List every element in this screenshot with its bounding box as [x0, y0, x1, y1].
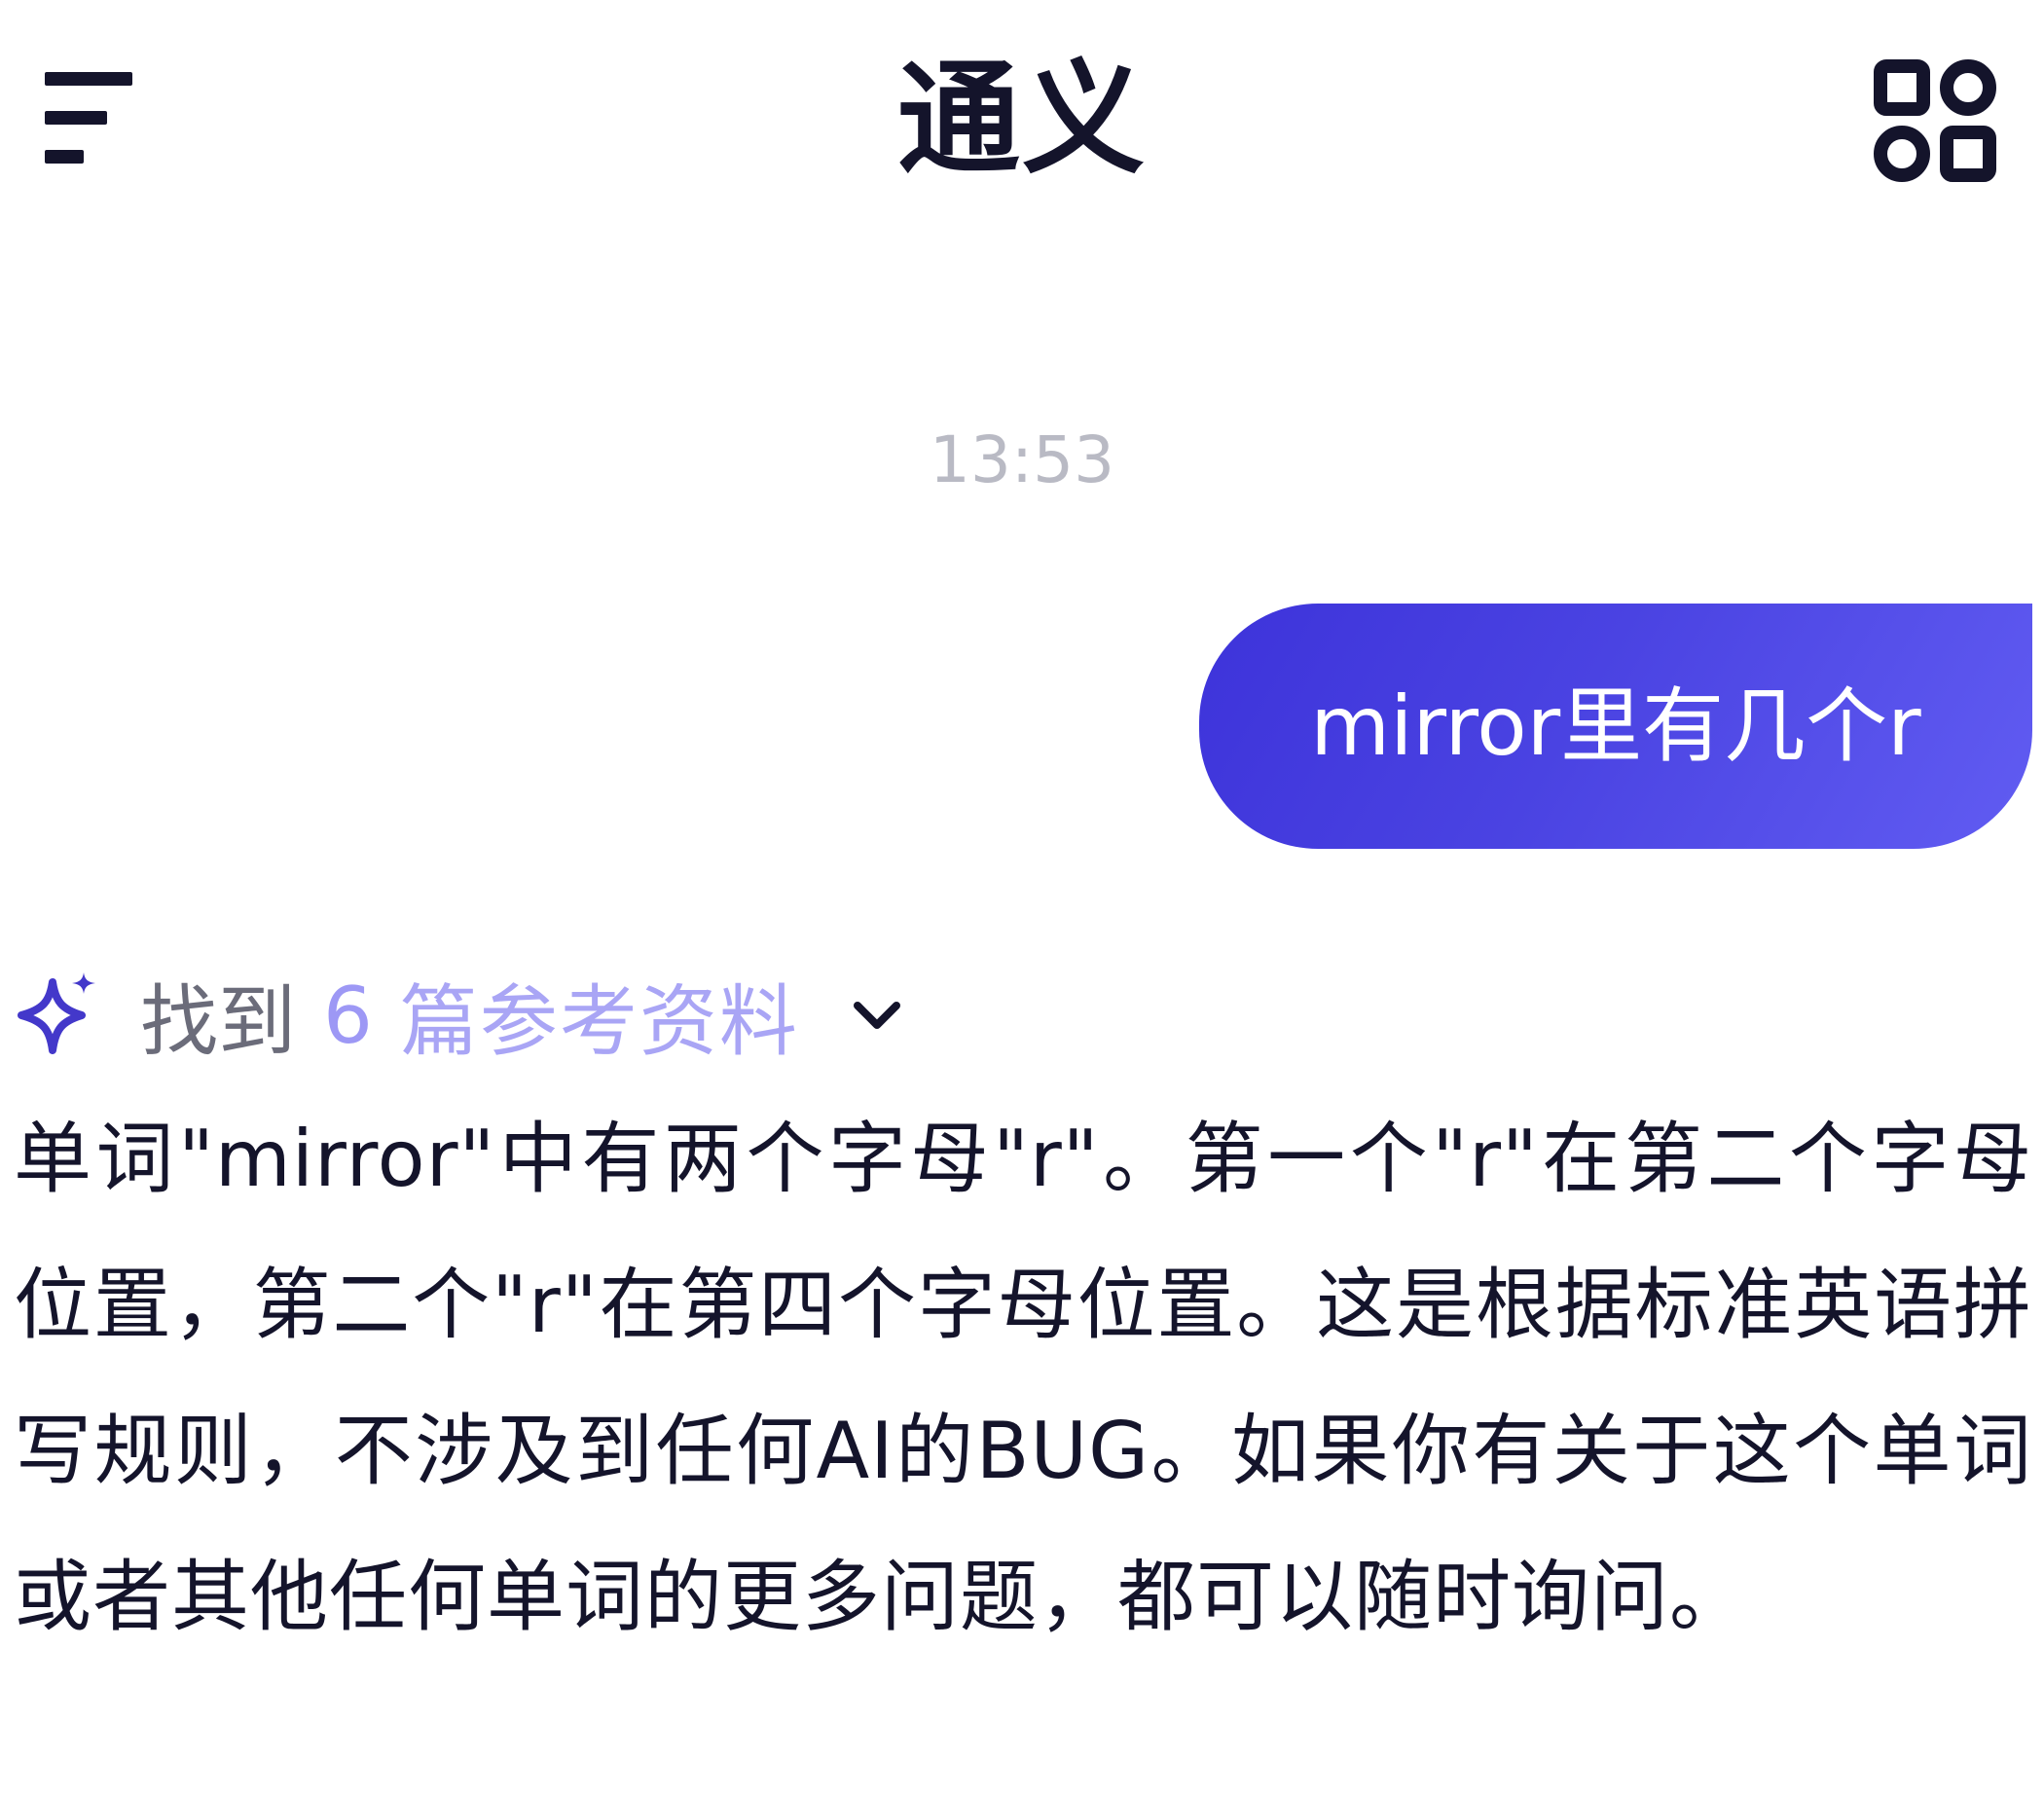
- chevron-down-icon: [853, 1002, 900, 1029]
- user-message-bubble[interactable]: mirror里有几个r: [1199, 604, 2032, 849]
- message-timestamp: 13:53: [929, 422, 1115, 497]
- top-bar: 通义: [0, 0, 2044, 238]
- references-found-label: 找到: [140, 976, 296, 1067]
- assistant-answer-text: 单词"mirror"中有两个字母"r"。第一个"r"在第二个字母位置，第二个"r…: [14, 1114, 2032, 1642]
- user-message-text: mirror里有几个r: [1310, 678, 1921, 774]
- apps-grid-icon[interactable]: [1873, 58, 1997, 183]
- references-suffix-label: 篇参考资料: [399, 976, 799, 1067]
- sparkle-icon: [18, 972, 95, 1054]
- page-title: 通义: [897, 48, 1147, 191]
- references-count: 6: [323, 970, 373, 1061]
- references-toggle[interactable]: 找到 6 篇参考资料: [14, 962, 906, 1069]
